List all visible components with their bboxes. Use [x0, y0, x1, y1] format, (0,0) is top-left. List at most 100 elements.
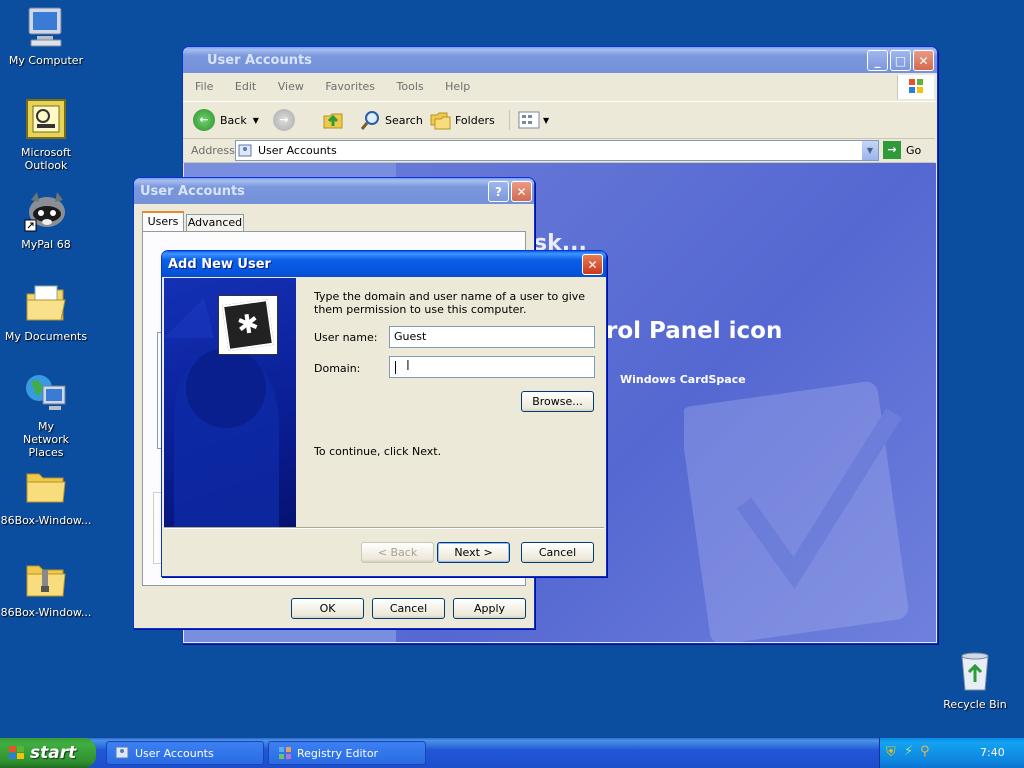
search-button[interactable]: Search — [359, 108, 423, 132]
wizard-title-bar[interactable]: Add New User — [162, 251, 606, 277]
add-user-dialog: Add New User ✕ ✱ Type the domain and use… — [161, 250, 607, 577]
windows-flag-icon — [8, 745, 26, 766]
views-button[interactable]: ▼ — [509, 110, 549, 130]
toolbar: ← Back ▼ → Search Folders ▼ — [183, 101, 935, 139]
domain-label: Domain: — [314, 362, 361, 375]
wizard-side-graphic: ✱ — [164, 278, 296, 527]
next-button[interactable]: Next > — [437, 542, 510, 563]
desktop-icon-my-documents[interactable]: My Documents — [0, 280, 92, 343]
instructions-text: Type the domain and user name of a user … — [314, 290, 586, 316]
taskbar: start User Accounts Registry Editor EN ⛨… — [0, 738, 1024, 768]
computer-icon — [23, 4, 69, 50]
search-icon — [360, 111, 379, 130]
close-button[interactable]: ✕ — [511, 181, 532, 202]
ok-button[interactable]: OK — [291, 598, 364, 619]
dialog-title: User Accounts — [140, 183, 245, 199]
menu-file[interactable]: File — [195, 80, 213, 93]
section-heading: rol Panel icon — [606, 318, 783, 344]
continue-text: To continue, click Next. — [314, 445, 442, 458]
address-bar: Address User Accounts ▼ → Go — [183, 138, 935, 163]
menu-view[interactable]: View — [278, 80, 304, 93]
user-accounts-icon — [238, 144, 252, 156]
minimize-button[interactable]: _ — [867, 50, 888, 71]
dropdown-arrow-icon[interactable]: ▼ — [862, 141, 878, 160]
start-button[interactable]: start — [0, 738, 96, 768]
user-accounts-icon — [115, 746, 129, 759]
go-arrow-icon: → — [883, 141, 901, 159]
desktop-icon-mypal[interactable]: MyPal 68 — [0, 188, 92, 251]
outlook-icon — [23, 96, 69, 142]
desktop-icon-label: My Network Places — [23, 420, 69, 459]
text-cursor — [395, 361, 396, 374]
tab-advanced[interactable]: Advanced — [186, 214, 244, 231]
views-icon — [518, 111, 540, 129]
tab-users[interactable]: Users — [142, 211, 184, 231]
up-folder-icon — [323, 113, 343, 129]
username-label: User name: — [314, 331, 378, 344]
cancel-button[interactable]: Cancel — [521, 542, 594, 563]
folders-button[interactable]: Folders — [429, 108, 495, 132]
help-button[interactable]: ? — [488, 181, 509, 202]
back-button[interactable]: ← Back ▼ — [193, 108, 259, 132]
desktop-icon-label: My Documents — [4, 330, 88, 343]
chevron-down-icon: ▼ — [543, 115, 550, 125]
folders-icon — [430, 112, 451, 130]
apply-button[interactable]: Apply — [453, 598, 526, 619]
desktop-icon-recycle-bin[interactable]: Recycle Bin — [929, 648, 1021, 711]
menu-favorites[interactable]: Favorites — [325, 80, 375, 93]
chevron-down-icon[interactable]: ▼ — [253, 116, 259, 125]
key-badge-icon: ✱ — [218, 295, 278, 355]
taskbar-item-user-accounts[interactable]: User Accounts — [106, 741, 264, 765]
close-button[interactable]: ✕ — [913, 50, 934, 71]
maximize-button[interactable]: □ — [890, 50, 911, 71]
ibeam-cursor-icon: I — [406, 359, 410, 374]
registry-editor-icon — [279, 747, 291, 759]
menu-tools[interactable]: Tools — [397, 80, 424, 93]
security-shield-icon[interactable]: ⛨ — [886, 745, 896, 760]
desktop-icon-label: Microsoft Outlook — [20, 146, 72, 172]
up-folder-button[interactable] — [321, 108, 345, 135]
windows-logo-icon — [897, 75, 934, 99]
desktop-icon-label: 86Box-Window... — [0, 606, 92, 619]
documents-folder-icon — [23, 280, 69, 326]
network-icon[interactable]: ⚡ — [904, 744, 913, 759]
wizard-title: Add New User — [168, 256, 271, 272]
desktop-icon-label: 86Box-Window... — [0, 514, 92, 527]
desktop-icon-my-computer[interactable]: My Computer — [0, 4, 92, 67]
wizard-divider — [164, 527, 604, 529]
recycle-bin-icon — [952, 648, 998, 694]
system-tray: ⛨ ⚡ ⚲ 7:40 — [879, 738, 1024, 768]
menu-bar: File Edit View Favorites Tools Help — [195, 80, 895, 96]
raccoon-icon — [23, 188, 69, 234]
forward-button[interactable]: → — [273, 109, 295, 131]
window-title: User Accounts — [207, 52, 312, 68]
domain-field[interactable]: I — [389, 356, 595, 378]
cancel-button[interactable]: Cancel — [372, 598, 445, 619]
zip-folder-icon — [23, 556, 69, 602]
desktop-icon-86box-zip[interactable]: 86Box-Window... — [0, 556, 92, 619]
search-tray-icon[interactable]: ⚲ — [920, 744, 930, 759]
close-button[interactable]: ✕ — [582, 254, 603, 275]
watermark-graphic — [679, 353, 936, 642]
menu-edit[interactable]: Edit — [235, 80, 256, 93]
browse-button[interactable]: Browse... — [521, 391, 594, 412]
back-button[interactable]: < Back — [361, 542, 434, 563]
network-globe-icon — [23, 370, 69, 416]
taskbar-item-registry-editor[interactable]: Registry Editor — [268, 741, 426, 765]
dialog-title-bar[interactable]: User Accounts — [134, 178, 534, 204]
desktop-icon-network-places[interactable]: My Network Places — [0, 370, 92, 459]
desktop-icon-outlook[interactable]: Microsoft Outlook — [0, 96, 92, 172]
folder-icon — [23, 464, 69, 510]
menu-help[interactable]: Help — [445, 80, 470, 93]
back-arrow-icon: ← — [193, 109, 215, 131]
address-label: Address — [191, 144, 235, 157]
windows-cardspace-link[interactable]: Windows CardSpace — [620, 373, 746, 386]
desktop-icon-label: MyPal 68 — [21, 238, 71, 251]
address-field[interactable]: User Accounts ▼ — [235, 140, 879, 161]
go-button[interactable]: → Go — [883, 141, 921, 159]
desktop-icon-label: Recycle Bin — [943, 698, 1007, 711]
explorer-title-bar[interactable]: User Accounts — [183, 47, 937, 73]
desktop-icon-label: My Computer — [8, 54, 84, 67]
desktop-icon-86box-folder[interactable]: 86Box-Window... — [0, 464, 92, 527]
username-field[interactable]: Guest — [389, 326, 595, 348]
